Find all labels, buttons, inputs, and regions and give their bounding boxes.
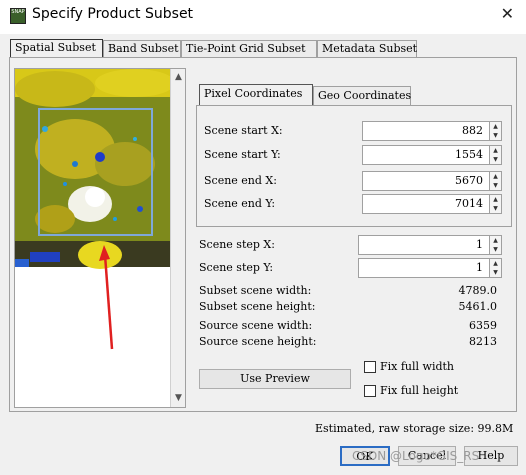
tab-tie-point-grid-subset[interactable]: Tie-Point Grid Subset <box>181 40 317 57</box>
source-height-value: 8213 <box>469 335 497 348</box>
scene-step-x-spinner[interactable]: ▲ ▼ <box>490 235 502 255</box>
fix-full-height-checkbox[interactable] <box>364 385 376 397</box>
scene-step-y-input[interactable]: 1 <box>358 258 490 278</box>
scene-end-y-input[interactable]: 7014 <box>362 194 490 214</box>
scene-start-x-label: Scene start X: <box>204 124 283 137</box>
fix-full-height-label: Fix full height <box>380 384 459 397</box>
source-width-value: 6359 <box>469 319 497 332</box>
subset-height-label: Subset scene height: <box>199 300 316 313</box>
tab-spatial-subset[interactable]: Spatial Subset <box>10 39 103 58</box>
tab-metadata-subset[interactable]: Metadata Subset <box>317 40 417 57</box>
subset-height-value: 5461.0 <box>458 300 498 313</box>
source-height-label: Source scene height: <box>199 335 317 348</box>
storage-size-text: Estimated, raw storage size: 99.8M <box>315 422 514 435</box>
scene-end-x-label: Scene end X: <box>204 174 277 187</box>
tab-pixel-coordinates[interactable]: Pixel Coordinates <box>199 84 313 106</box>
fix-full-width-label: Fix full width <box>380 360 455 373</box>
fix-full-width-checkbox[interactable] <box>364 361 376 373</box>
scene-start-y-label: Scene start Y: <box>204 148 281 161</box>
scene-end-x-spinner[interactable]: ▲ ▼ <box>490 171 502 191</box>
scene-start-x-spinner[interactable]: ▲ ▼ <box>490 121 502 141</box>
scene-step-x-label: Scene step X: <box>199 238 275 251</box>
tab-band-subset[interactable]: Band Subset <box>103 40 181 57</box>
source-width-label: Source scene width: <box>199 319 313 332</box>
scene-end-x-input[interactable]: 5670 <box>362 171 490 191</box>
scene-end-y-label: Scene end Y: <box>204 197 276 210</box>
window-title: Specify Product Subset <box>32 6 194 22</box>
scene-step-y-label: Scene step Y: <box>199 261 274 274</box>
scene-end-y-spinner[interactable]: ▲ ▼ <box>490 194 502 214</box>
scroll-down-icon[interactable]: ▼ <box>171 393 186 403</box>
scroll-up-icon[interactable]: ▲ <box>171 72 186 82</box>
scene-start-y-spinner[interactable]: ▲ ▼ <box>490 145 502 165</box>
subset-width-label: Subset scene width: <box>199 284 312 297</box>
scene-step-x-input[interactable]: 1 <box>358 235 490 255</box>
thumbnail-preview[interactable] <box>15 69 170 407</box>
subset-width-value: 4789.0 <box>458 284 498 297</box>
app-icon: SNAP <box>10 8 26 24</box>
scene-start-y-input[interactable]: 1554 <box>362 145 490 165</box>
scene-start-x-input[interactable]: 882 <box>362 121 490 141</box>
close-icon[interactable]: ✕ <box>501 4 514 23</box>
thumbnail-scrollbar[interactable] <box>170 69 185 407</box>
tab-geo-coordinates[interactable]: Geo Coordinates <box>313 86 411 105</box>
use-preview-button[interactable]: Use Preview <box>199 369 351 389</box>
scene-step-y-spinner[interactable]: ▲ ▼ <box>490 258 502 278</box>
watermark-text: CSDN @Logo*GIS_RS <box>352 449 480 463</box>
